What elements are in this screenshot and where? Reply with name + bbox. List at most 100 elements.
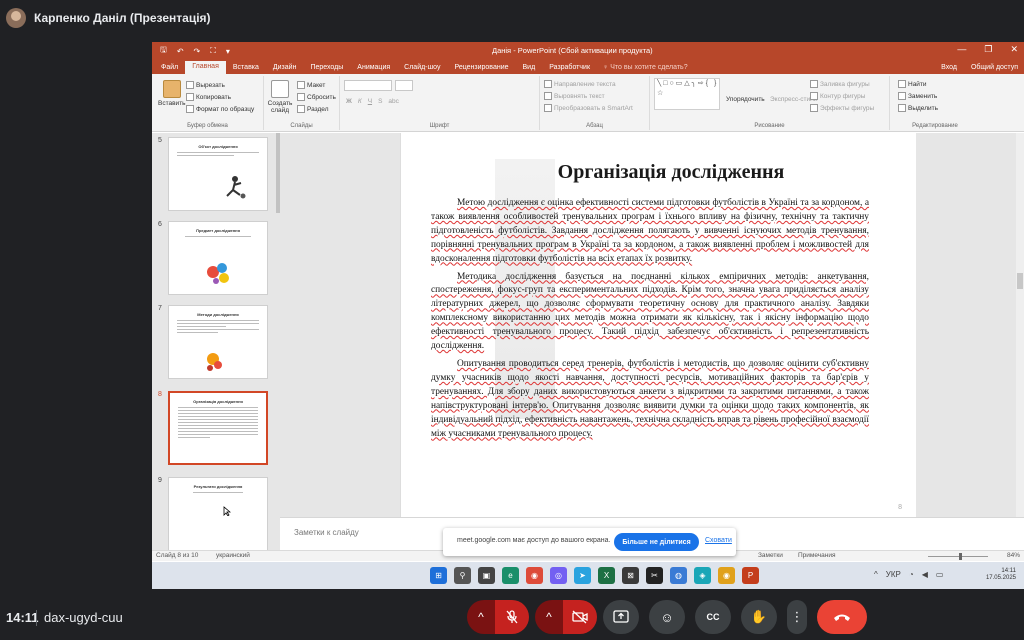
share-button[interactable]: Общий доступ bbox=[971, 64, 1018, 71]
language-indicator[interactable]: украинский bbox=[216, 552, 250, 559]
store-icon[interactable]: ⊠ bbox=[622, 567, 639, 584]
text-direction-button[interactable]: Направление текста bbox=[544, 80, 616, 88]
select-button[interactable]: Выделить bbox=[898, 104, 938, 112]
thumbnail-number: 7 bbox=[158, 305, 162, 312]
replace-button[interactable]: Заменить bbox=[898, 92, 937, 100]
photos-icon[interactable]: ◈ bbox=[694, 567, 711, 584]
kicking-player-illustration bbox=[207, 353, 222, 371]
zoom-slider[interactable] bbox=[928, 556, 988, 557]
edge-icon[interactable]: e bbox=[502, 567, 519, 584]
tab-home[interactable]: Главная bbox=[185, 61, 226, 74]
layout-button[interactable]: Макет bbox=[297, 81, 325, 89]
customize-qat-icon[interactable]: ▾ bbox=[226, 47, 230, 56]
emoji-reactions-button[interactable]: ☺ bbox=[649, 600, 685, 634]
telegram-icon[interactable]: ➤ bbox=[574, 567, 591, 584]
font-size-select[interactable] bbox=[395, 80, 413, 91]
present-now-button[interactable] bbox=[603, 600, 639, 634]
cut-button[interactable]: Вырезать bbox=[186, 81, 225, 89]
captions-button[interactable]: CC bbox=[695, 600, 731, 634]
slide-paragraph[interactable]: Метою дослідження є оцінка ефективності … bbox=[431, 197, 869, 267]
search-icon[interactable]: ⚲ bbox=[454, 567, 471, 584]
tell-me-search[interactable]: ♀ Что вы хотите сделать? bbox=[597, 64, 694, 74]
mic-options-button[interactable]: ^ bbox=[467, 600, 495, 634]
tab-animations[interactable]: Анимация bbox=[350, 64, 397, 74]
font-name-select[interactable] bbox=[344, 80, 392, 91]
arrange-button[interactable]: Упорядочить bbox=[726, 96, 765, 103]
hide-banner-link[interactable]: Сховати bbox=[705, 537, 732, 544]
paste-button[interactable]: Вставить bbox=[158, 80, 186, 107]
volume-icon[interactable]: ◀ bbox=[922, 570, 928, 579]
shared-screen[interactable]: 🖫 ↶ ↷ ⛶ ▾ Данія - PowerPoint (Сбой актив… bbox=[152, 42, 1024, 589]
reset-button[interactable]: Сбросить bbox=[297, 93, 336, 101]
leave-call-button[interactable] bbox=[817, 600, 867, 634]
italic-button[interactable]: К bbox=[358, 98, 362, 105]
underline-button[interactable]: Ч bbox=[368, 98, 372, 105]
minimize-icon[interactable]: — bbox=[957, 44, 966, 55]
wifi-icon[interactable]: ◔ bbox=[909, 570, 914, 579]
tab-transitions[interactable]: Переходы bbox=[303, 64, 350, 74]
chrome-profile-icon[interactable]: ◉ bbox=[718, 567, 735, 584]
find-button[interactable]: Найти bbox=[898, 80, 927, 88]
camera-off-icon[interactable] bbox=[563, 600, 597, 634]
raise-hand-button[interactable]: ✋ bbox=[741, 600, 777, 634]
align-text-button[interactable]: Выровнять текст bbox=[544, 92, 605, 100]
redo-icon[interactable]: ↷ bbox=[194, 47, 201, 56]
slide-paragraph[interactable]: Опитування проводиться серед тренерів, ф… bbox=[431, 358, 869, 441]
excel-icon[interactable]: X bbox=[598, 567, 615, 584]
shape-fill-button[interactable]: Заливка фигуры bbox=[810, 80, 870, 88]
editing-group: Найти Заменить Выделить Редактирование bbox=[890, 76, 980, 130]
start-slideshow-icon[interactable]: ⛶ bbox=[210, 46, 216, 56]
tab-review[interactable]: Рецензирование bbox=[447, 64, 515, 74]
camera-options-button[interactable]: ^ bbox=[535, 600, 563, 634]
notes-placeholder[interactable]: Заметки к слайду bbox=[294, 528, 359, 537]
zoom-level[interactable]: 84% bbox=[1007, 552, 1020, 559]
slide-body-text[interactable]: Метою дослідження є оцінка ефективності … bbox=[431, 197, 869, 445]
app-icon[interactable]: ◍ bbox=[670, 567, 687, 584]
section-button[interactable]: Раздел bbox=[297, 105, 328, 113]
tab-slideshow[interactable]: Слайд-шоу bbox=[397, 64, 447, 74]
smartart-button[interactable]: Преобразовать в SmartArt bbox=[544, 104, 633, 112]
battery-icon[interactable]: ▭ bbox=[936, 570, 944, 579]
restore-icon[interactable]: ❐ bbox=[984, 44, 992, 55]
tab-insert[interactable]: Вставка bbox=[226, 64, 266, 74]
current-slide[interactable]: Організація дослідження Метою дослідженн… bbox=[400, 133, 916, 517]
slide-scrollbar[interactable] bbox=[1016, 133, 1024, 517]
keyboard-layout[interactable]: УКР bbox=[886, 570, 901, 579]
tab-file[interactable]: Файл bbox=[154, 64, 185, 74]
close-icon[interactable]: ✕ bbox=[1010, 44, 1018, 55]
notes-toggle[interactable]: Заметки bbox=[758, 552, 783, 559]
slide-editor-area[interactable]: Організація дослідження Метою дослідженн… bbox=[280, 133, 1024, 517]
undo-icon[interactable]: ↶ bbox=[177, 47, 184, 56]
stop-sharing-button[interactable]: Більше не ділитися bbox=[614, 533, 699, 551]
shape-effects-button[interactable]: Эффекты фигуры bbox=[810, 104, 874, 112]
shadow-button[interactable]: abc bbox=[388, 98, 398, 105]
tab-design[interactable]: Дизайн bbox=[266, 64, 304, 74]
capcut-icon[interactable]: ✂ bbox=[646, 567, 663, 584]
comments-toggle[interactable]: Примечания bbox=[798, 552, 836, 559]
more-options-button[interactable]: ⋮ bbox=[787, 600, 807, 634]
new-slide-button[interactable]: Создать слайд bbox=[267, 80, 293, 114]
chrome-icon[interactable]: ◉ bbox=[526, 567, 543, 584]
shapes-gallery[interactable]: ╲□○▭△╮⇨{ }☆ bbox=[654, 78, 720, 110]
tab-developer[interactable]: Разработчик bbox=[542, 64, 597, 74]
windows-icon[interactable]: ⊞ bbox=[430, 567, 447, 584]
thumbnail-number: 8 bbox=[158, 391, 162, 398]
format-painter-button[interactable]: Формат по образцу bbox=[186, 105, 254, 113]
viber-icon[interactable]: ◎ bbox=[550, 567, 567, 584]
scrollbar-thumb[interactable] bbox=[1017, 273, 1023, 289]
tray-chevron-icon[interactable]: ^ bbox=[874, 570, 878, 579]
bold-button[interactable]: Ж bbox=[346, 98, 352, 105]
zoom-slider-knob[interactable] bbox=[959, 553, 962, 560]
shape-outline-button[interactable]: Контур фигуры bbox=[810, 92, 865, 100]
save-icon[interactable]: 🖫 bbox=[160, 44, 167, 58]
slide-title[interactable]: Організація дослідження bbox=[431, 161, 911, 184]
tab-view[interactable]: Вид bbox=[516, 64, 543, 74]
powerpoint-icon[interactable]: P bbox=[742, 567, 759, 584]
sign-in-link[interactable]: Вход bbox=[941, 64, 957, 71]
taskbar-clock[interactable]: 14:11 17.05.2025 bbox=[986, 568, 1016, 582]
strikethrough-button[interactable]: S bbox=[378, 98, 382, 105]
copy-button[interactable]: Копировать bbox=[186, 93, 231, 101]
task-view-icon[interactable]: ▣ bbox=[478, 567, 495, 584]
slide-paragraph[interactable]: Методика дослідження базується на поєдна… bbox=[431, 271, 869, 354]
mic-off-icon[interactable] bbox=[495, 600, 529, 634]
